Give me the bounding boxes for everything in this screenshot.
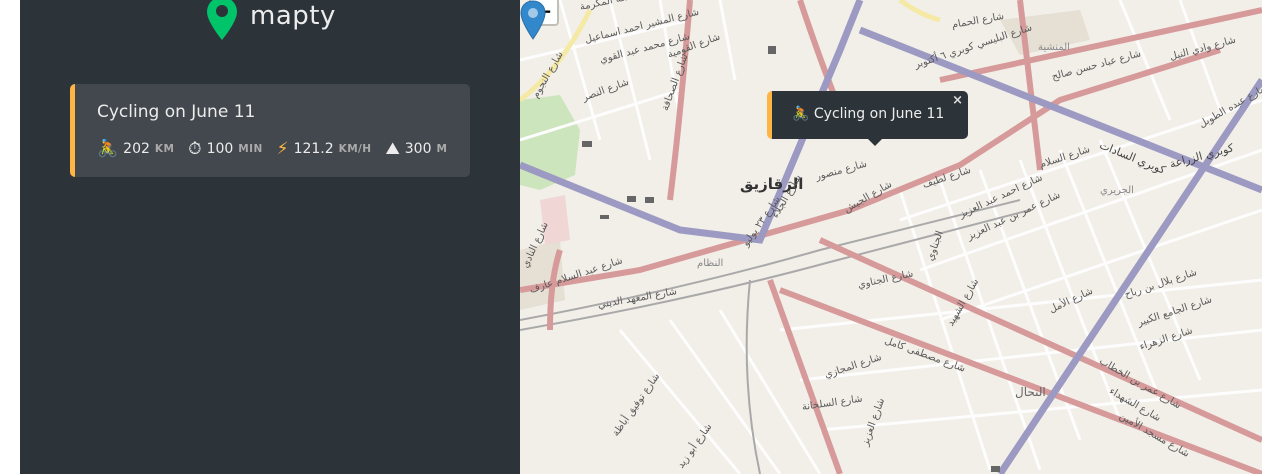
workout-detail-distance: 🚴 202 km (97, 139, 174, 159)
page-margin (1262, 0, 1276, 474)
stopwatch-icon: ⏱ (188, 139, 202, 159)
close-icon[interactable]: × (952, 93, 963, 108)
railway-lines (520, 199, 1031, 474)
distance-unit: km (154, 143, 175, 155)
cyclist-icon: 🚴 (97, 139, 119, 159)
popup-text: 🚴 Cycling on June 11 (792, 106, 944, 122)
speed-unit: km/h (338, 143, 372, 155)
lightning-icon: ⚡ (276, 139, 289, 159)
popup-tip (866, 137, 884, 146)
elevation-unit: m (436, 143, 448, 155)
secondary-road (898, 0, 941, 23)
duration-unit: min (238, 143, 263, 155)
elevation-value: 300 (404, 141, 432, 157)
distance-value: 202 (123, 141, 150, 157)
duration-value: 100 (206, 141, 234, 157)
district-label: النحال (1015, 385, 1046, 399)
sidebar: mapty Cycling on June 11 🚴 202 km ⏱ 100 … (20, 0, 520, 474)
district-label: النظام (697, 258, 724, 269)
popup-label: Cycling on June 11 (813, 106, 945, 122)
workout-details: 🚴 202 km ⏱ 100 min ⚡ 121.2 km/h ⛰ 300 m (97, 139, 461, 159)
district-label: المنشية (1038, 42, 1070, 53)
workout-title: Cycling on June 11 (97, 102, 256, 122)
workout-detail-elevation: ⛰ 300 m (385, 139, 447, 159)
workout-card-cycling[interactable]: Cycling on June 11 🚴 202 km ⏱ 100 min ⚡ … (70, 84, 470, 177)
logo: mapty (206, 0, 336, 44)
workout-detail-speed: ⚡ 121.2 km/h (277, 139, 372, 159)
mountain-icon: ⛰ (385, 139, 400, 159)
cyclist-icon: 🚴 (792, 106, 810, 122)
workout-detail-duration: ⏱ 100 min (188, 139, 262, 159)
logo-text: mapty (250, 1, 336, 31)
map-pin-logo-icon (207, 0, 237, 40)
map-marker-icon[interactable] (520, 0, 546, 40)
speed-value: 121.2 (293, 141, 334, 157)
workout-popup[interactable]: 🚴 Cycling on June 11 × (767, 91, 968, 146)
map[interactable]: شارع مكة المكرمة شارع المشير احمد اسماعي… (520, 0, 1262, 474)
district-label: الجريري (1100, 185, 1134, 196)
